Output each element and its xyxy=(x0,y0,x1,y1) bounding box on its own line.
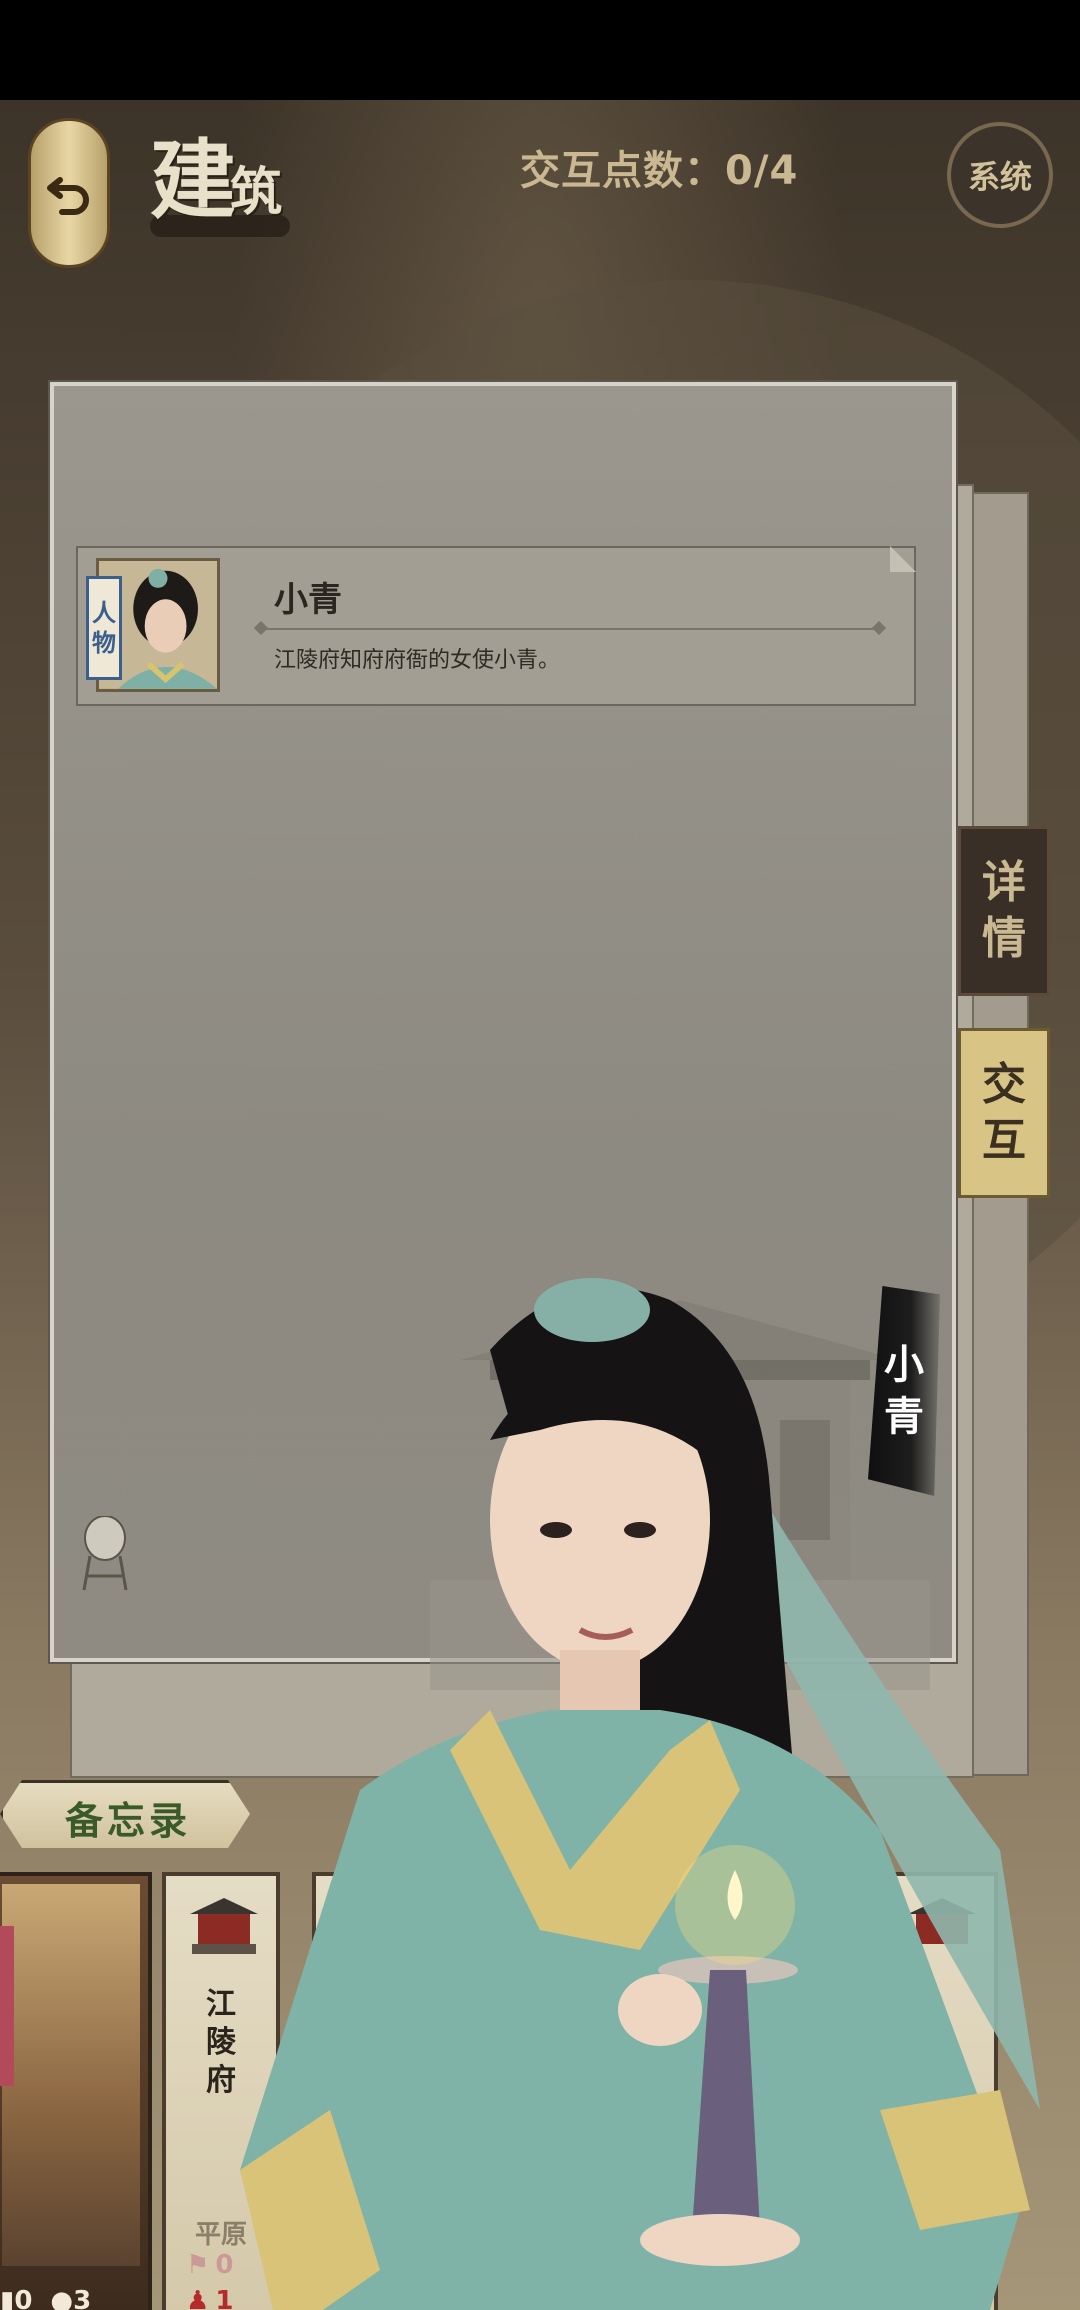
card-stat-flag: ⚑0 xyxy=(186,2250,233,2280)
interaction-points: 交互点数：0/4 xyxy=(520,148,799,194)
card-ribbon xyxy=(0,1926,14,2086)
character-entry[interactable]: 人 物 小青 江陵府知府府衙的女使小青。 xyxy=(76,546,916,706)
tab-interact-char: 互 xyxy=(982,1115,1026,1166)
stat-person: ●3 xyxy=(50,2286,91,2310)
tab-interact-char: 交 xyxy=(982,1059,1026,1110)
memo-button[interactable]: 备忘录 xyxy=(0,1780,250,1848)
page-title: 建筑 xyxy=(150,110,282,235)
card-stat-flag-value: 0 xyxy=(215,2250,234,2280)
game-scene: 建筑 交互点数：0/4 系统 人 物 小青 江陵府知府府衙的女使小青。 详 情 … xyxy=(0,100,1080,2310)
page-fold xyxy=(890,546,916,572)
card-stats: ▮0 ●3 xyxy=(0,2286,91,2310)
tab-details[interactable]: 详 情 xyxy=(958,826,1050,996)
card-scene-image xyxy=(2,1884,140,2266)
tag-text-bottom: 物 xyxy=(92,628,116,657)
drum-icon xyxy=(82,1516,128,1591)
tab-details-char: 情 xyxy=(982,913,1026,964)
category-tag: 人 物 xyxy=(86,576,122,680)
system-button[interactable]: 系统 xyxy=(947,122,1053,228)
back-button[interactable] xyxy=(28,118,110,268)
person-icon: ♟ xyxy=(186,2286,210,2310)
banner-char: 青 xyxy=(884,1394,924,1440)
tag-text-top: 人 xyxy=(92,598,116,627)
title-main: 建 xyxy=(150,130,236,231)
entry-name: 小青 xyxy=(274,580,342,620)
card-stat-person: ♟1 xyxy=(186,2286,233,2310)
flag-icon: ⚑ xyxy=(186,2250,210,2280)
tab-interact[interactable]: 交 互 xyxy=(958,1028,1050,1198)
undo-arrow-icon xyxy=(47,177,89,215)
card-stat-person-value: 1 xyxy=(215,2286,234,2310)
location-card[interactable]: ▮0 ●3 xyxy=(0,1872,152,2310)
tab-details-char: 详 xyxy=(982,857,1026,908)
stat-flag: ▮0 xyxy=(0,2286,32,2310)
stat-flag-value: 0 xyxy=(14,2286,33,2310)
divider xyxy=(260,628,880,630)
character-illustration xyxy=(240,1278,1040,2310)
entry-description: 江陵府知府府衙的女使小青。 xyxy=(274,648,561,673)
title-sub: 筑 xyxy=(230,162,282,223)
banner-char: 小 xyxy=(884,1342,924,1388)
stat-person-value: 3 xyxy=(73,2286,92,2310)
